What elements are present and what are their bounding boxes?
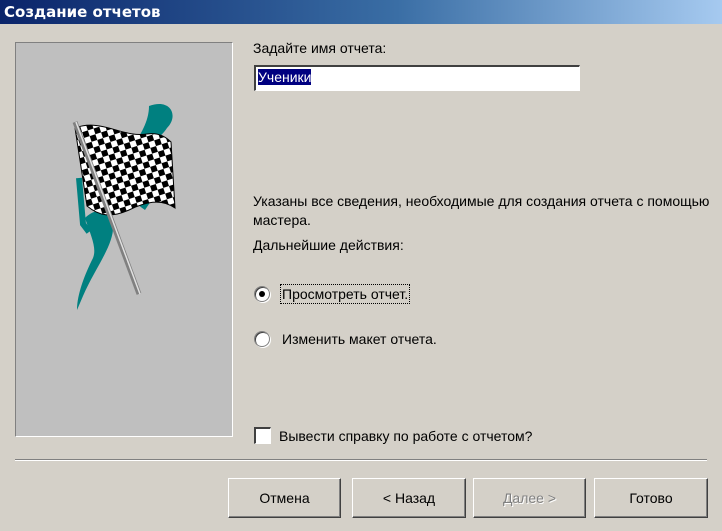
report-name-label: Задайте имя отчета:	[253, 40, 387, 56]
info-text: Указаны все сведения, необходимые для со…	[253, 193, 710, 228]
report-wizard-window: Создание отчетов Задайте имя отчета: Уче…	[0, 0, 722, 531]
finish-button[interactable]: Готово	[594, 478, 708, 518]
preview-report-radio[interactable]	[254, 286, 270, 302]
modify-layout-label: Изменить макет отчета.	[282, 331, 437, 347]
report-name-value: Ученики	[258, 69, 312, 85]
button-divider	[15, 459, 707, 461]
checkered-flag-icon	[72, 104, 176, 310]
show-help-checkbox[interactable]	[254, 427, 271, 444]
report-name-input[interactable]: Ученики	[254, 65, 580, 91]
show-help-label: Вывести справку по работе с отчетом?	[279, 427, 533, 444]
next-actions-label: Дальнейшие действия:	[253, 237, 404, 253]
wizard-image-panel	[15, 42, 233, 437]
preview-report-label: Просмотреть отчет.	[279, 284, 411, 304]
show-help-option[interactable]: Вывести справку по работе с отчетом?	[254, 427, 532, 444]
modify-layout-option[interactable]: Изменить макет отчета.	[254, 331, 437, 347]
preview-report-option[interactable]: Просмотреть отчет.	[254, 284, 411, 304]
back-button[interactable]: < Назад	[352, 478, 466, 518]
title-bar[interactable]: Создание отчетов	[0, 0, 722, 24]
modify-layout-radio[interactable]	[254, 331, 270, 347]
next-button[interactable]: Далее >	[473, 478, 586, 518]
window-title: Создание отчетов	[4, 3, 161, 21]
cancel-button[interactable]: Отмена	[228, 478, 341, 518]
